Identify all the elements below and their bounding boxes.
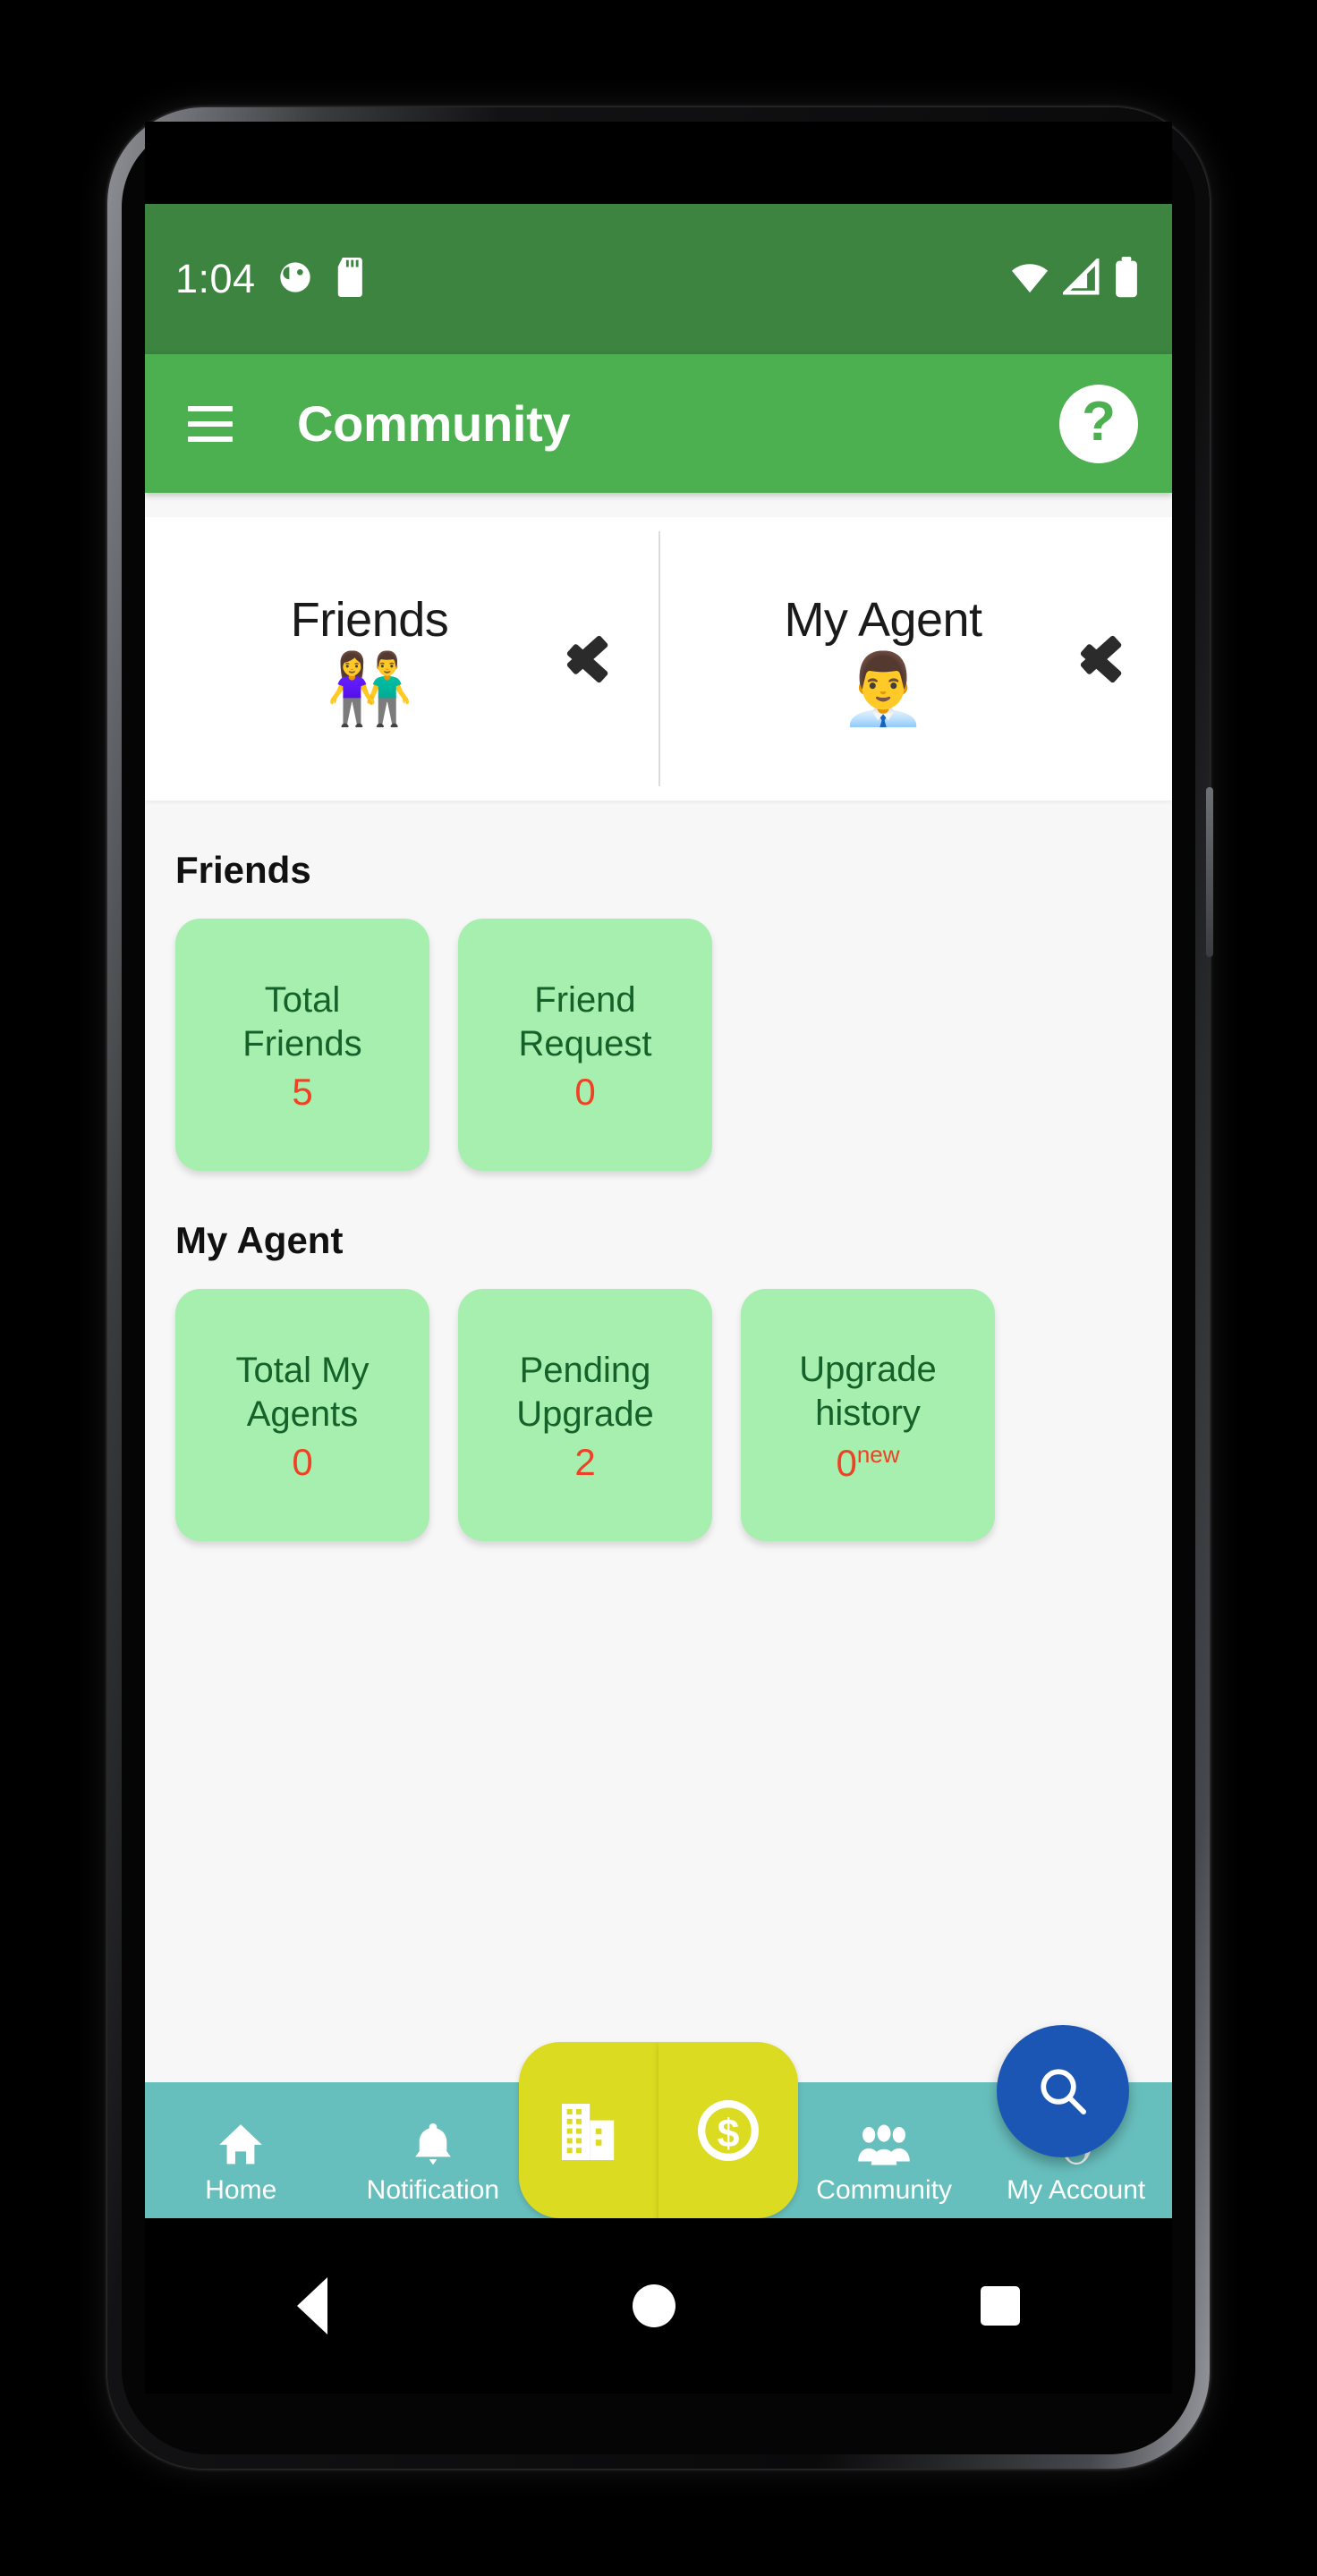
back-triangle-icon[interactable] [297, 2277, 328, 2334]
nav-card-my-agent-body: My Agent 👨‍💼 [689, 592, 1077, 726]
stat-label-line1: Pending [519, 1351, 651, 1391]
chevron-right-icon [1077, 618, 1133, 700]
nav-card-friends-title: Friends [290, 592, 449, 647]
stat-card-total-friends[interactable]: Total Friends 5 [175, 919, 429, 1171]
recents-square-icon[interactable] [980, 2286, 1020, 2326]
wifi-icon [1009, 258, 1050, 301]
nav-item-home-label: Home [205, 2175, 277, 2205]
stat-card-total-friends-value: 5 [292, 1070, 313, 1113]
nav-center-button-building[interactable] [519, 2042, 658, 2218]
nav-item-community-label: Community [816, 2175, 952, 2205]
stat-label-line1: Total My [235, 1351, 370, 1391]
stat-label-line2: history [815, 1394, 921, 1433]
battery-icon [1113, 256, 1140, 302]
stat-label-line1: Total [264, 980, 341, 1021]
stat-label-line1: Upgrade [799, 1350, 937, 1390]
hamburger-menu-icon[interactable] [175, 389, 245, 459]
people-group-icon [858, 2124, 910, 2165]
app-bar: Community ? [145, 354, 1172, 493]
search-fab-button[interactable] [997, 2025, 1129, 2157]
stat-label-line2: Request [518, 1024, 652, 1063]
nav-card-my-agent-title: My Agent [784, 592, 982, 647]
nav-card-my-agent[interactable]: My Agent 👨‍💼 [658, 517, 1172, 801]
phone-frame: 1:04 [107, 107, 1213, 2469]
section-title-my-agent: My Agent [175, 1219, 344, 1261]
main-content: Friends 👫 My Agent 👨‍💼 Friends [145, 493, 1172, 2218]
stat-card-friend-request-label: Friend Request [519, 979, 652, 1066]
nav-item-community[interactable]: Community [788, 2119, 981, 2218]
nav-item-notification-label: Notification [366, 2175, 500, 2205]
stat-card-pending-upgrade-value: 2 [574, 1440, 596, 1483]
stat-card-total-friends-label: Total Friends [242, 979, 361, 1066]
phone-screen: 1:04 [145, 204, 1172, 2394]
stat-card-total-my-agents[interactable]: Total My Agents 0 [175, 1289, 429, 1541]
cellular-signal-icon [1060, 255, 1100, 301]
nav-card-row: Friends 👫 My Agent 👨‍💼 [145, 517, 1172, 801]
page-title: Community [297, 395, 571, 452]
stat-card-pending-upgrade-label: Pending Upgrade [516, 1349, 653, 1436]
stat-row-friends: Total Friends 5 Friend Request 0 [175, 919, 1172, 1171]
dollar-coin-icon: $ [698, 2099, 759, 2161]
stat-card-friend-request-value: 0 [574, 1070, 596, 1113]
home-icon [219, 2124, 263, 2165]
status-clock: 1:04 [175, 256, 256, 301]
stat-label-line2: Friends [242, 1024, 362, 1063]
search-icon [1041, 2069, 1086, 2114]
stat-label-line2: Agents [246, 1394, 359, 1434]
notch-area [145, 122, 1172, 280]
do-not-disturb-icon [277, 259, 313, 300]
sd-card-icon [335, 257, 369, 301]
status-badge: new [856, 1440, 900, 1468]
stat-card-total-my-agents-value: 0 [292, 1440, 313, 1483]
help-circle-icon[interactable]: ? [1059, 384, 1138, 463]
stat-card-total-my-agents-label: Total My Agents [236, 1349, 370, 1436]
status-bar: 1:04 [145, 204, 1172, 354]
nav-center-button-money[interactable]: $ [658, 2042, 798, 2218]
nav-item-my-account-label: My Account [1007, 2175, 1146, 2205]
status-bar-right [1009, 255, 1140, 302]
nav-card-friends-body: Friends 👫 [175, 592, 564, 726]
nav-card-friends[interactable]: Friends 👫 [145, 517, 658, 801]
power-button[interactable] [1206, 787, 1213, 957]
bell-icon [415, 2123, 451, 2165]
upgrade-history-count: 0 [836, 1441, 857, 1484]
android-system-navigation [145, 2218, 1172, 2394]
stat-row-my-agent: Total My Agents 0 Pending Upgrade 2 Upgr… [175, 1289, 1172, 1541]
nav-item-home[interactable]: Home [145, 2119, 337, 2218]
help-glyph: ? [1082, 390, 1116, 453]
center-action-buttons: $ [519, 2042, 798, 2218]
chevron-right-icon [564, 618, 619, 700]
status-bar-left: 1:04 [175, 256, 369, 302]
section-title-friends: Friends [175, 849, 311, 891]
stat-card-friend-request[interactable]: Friend Request 0 [458, 919, 712, 1171]
nav-item-notification[interactable]: Notification [337, 2119, 530, 2218]
home-circle-icon[interactable] [632, 2284, 675, 2327]
stat-card-pending-upgrade[interactable]: Pending Upgrade 2 [458, 1289, 712, 1541]
friends-group-icon: 👫 [326, 648, 413, 728]
building-icon [562, 2103, 615, 2160]
stat-label-line1: Friend [534, 980, 636, 1021]
stat-card-upgrade-history-label: Upgrade history [799, 1348, 936, 1436]
stat-label-line2: Upgrade [516, 1394, 654, 1434]
svg-text:$: $ [718, 2112, 740, 2156]
stat-card-upgrade-history[interactable]: Upgrade history 0new [741, 1289, 995, 1541]
agent-hierarchy-icon: 👨‍💼 [839, 648, 927, 728]
stat-card-upgrade-history-value: 0new [836, 1443, 899, 1482]
